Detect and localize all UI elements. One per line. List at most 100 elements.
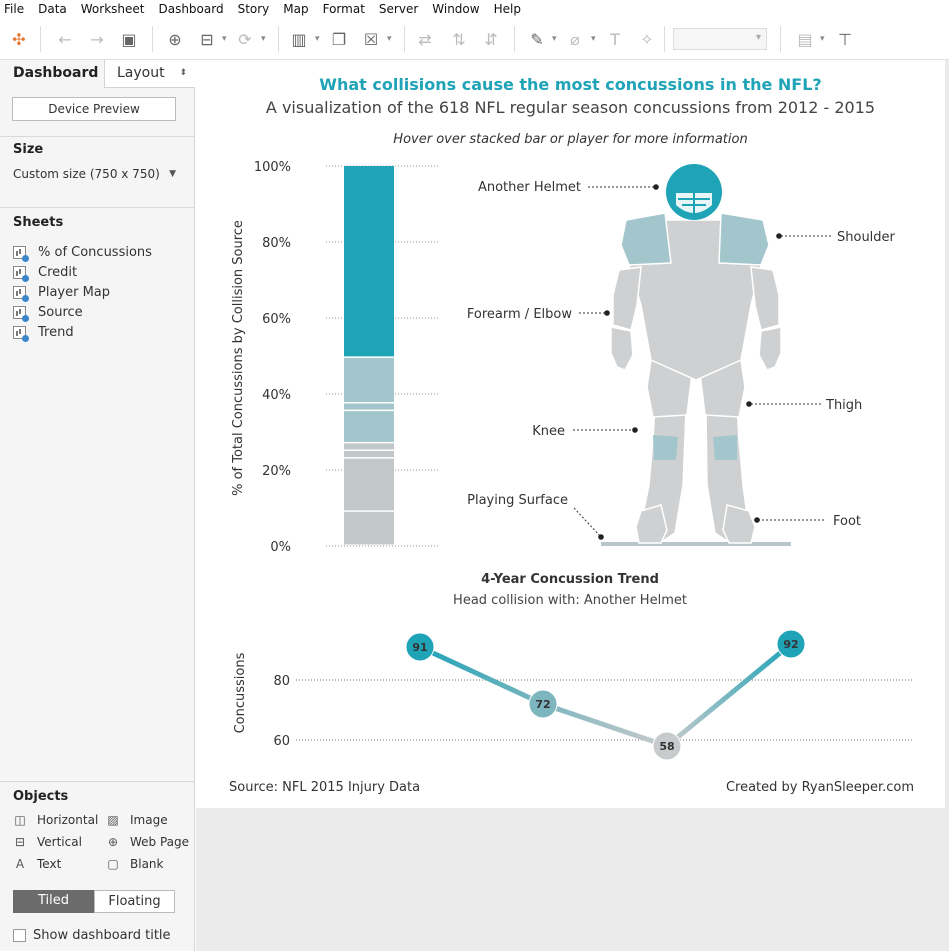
highlight-icon[interactable]: ✎ <box>526 28 548 50</box>
floating-toggle[interactable]: Floating <box>94 890 175 913</box>
sheet-item[interactable]: Credit <box>13 262 77 282</box>
object-vertical[interactable]: ⊟ Vertical <box>13 835 82 849</box>
stacked-bar-chart[interactable]: 0% 20% 40% 60% 80% 100% % of Total Concussion… <box>196 148 456 558</box>
group-icon[interactable]: ⌀ <box>564 28 586 50</box>
object-image[interactable]: ▨ Image <box>106 813 167 827</box>
device-preview-button[interactable]: Device Preview <box>12 97 176 121</box>
save-icon[interactable]: ▣ <box>118 28 140 50</box>
duplicate-icon[interactable]: ❐ <box>328 28 350 50</box>
bar-segment[interactable] <box>344 166 394 357</box>
tableau-logo-icon[interactable]: ✣ <box>8 28 30 50</box>
menu-help[interactable]: Help <box>494 2 521 16</box>
menu-format[interactable]: Format <box>323 2 365 16</box>
chevron-down-icon[interactable]: ▾ <box>591 34 596 44</box>
sheet-item[interactable]: Trend <box>13 322 74 342</box>
sort-descending-icon[interactable]: ⇵ <box>480 28 502 50</box>
sheet-item[interactable]: Player Map <box>13 282 110 302</box>
object-label: Text <box>37 857 62 871</box>
label-forearm-elbow[interactable]: Forearm / Elbow <box>467 307 572 322</box>
menu-data[interactable]: Data <box>38 2 67 16</box>
player-hand-right[interactable] <box>758 326 782 371</box>
pin-icon[interactable]: ✧ <box>636 28 658 50</box>
menu-worksheet[interactable]: Worksheet <box>81 2 145 16</box>
trend-line-segment <box>665 642 793 748</box>
refresh-icon[interactable]: ⟳ <box>234 28 256 50</box>
dashboard: What collisions cause the most concussio… <box>196 60 945 808</box>
player-shoulder-right[interactable] <box>718 212 770 266</box>
player-hand-left[interactable] <box>610 326 634 371</box>
fit-select[interactable] <box>673 28 767 50</box>
tab-layout[interactable]: Layout ⬍ <box>104 60 195 88</box>
show-title-checkbox[interactable]: Show dashboard title <box>13 928 171 943</box>
toolbar-separator <box>278 26 279 52</box>
label-knee[interactable]: Knee <box>532 424 565 439</box>
blank-icon: ▢ <box>107 857 119 871</box>
chevron-down-icon[interactable]: ▾ <box>261 34 266 44</box>
object-blank[interactable]: ▢ Blank <box>106 857 163 871</box>
labels-icon[interactable]: T <box>604 28 626 50</box>
object-text[interactable]: A Text <box>13 857 61 871</box>
chevron-down-icon[interactable]: ▾ <box>315 34 320 44</box>
tab-dashboard[interactable]: Dashboard <box>0 60 104 88</box>
worksheet-icon <box>13 245 29 262</box>
player-knee-left[interactable] <box>653 435 678 460</box>
sheet-item[interactable]: % of Concussions <box>13 242 152 262</box>
player-foot-right[interactable] <box>722 504 756 544</box>
bar-segment[interactable] <box>344 451 394 458</box>
object-horizontal[interactable]: ◫ Horizontal <box>13 813 98 827</box>
sort-ascending-icon[interactable]: ⇅ <box>448 28 470 50</box>
bar-segment[interactable] <box>344 511 394 545</box>
player-foot-left[interactable] <box>635 504 668 544</box>
bar-segment[interactable] <box>344 458 394 511</box>
bar-segment[interactable] <box>344 403 394 410</box>
new-worksheet-icon[interactable]: ▥ <box>288 28 310 50</box>
bar-segment[interactable] <box>344 411 394 442</box>
player-forearm-left[interactable] <box>612 266 642 331</box>
presentation-icon[interactable]: ⊤ <box>834 28 856 50</box>
menu-bar: File Data Worksheet Dashboard Story Map … <box>0 0 949 18</box>
tiled-toggle[interactable]: Tiled <box>13 890 94 913</box>
trend-line-chart[interactable]: 4-Year Concussion Trend Head collision w… <box>196 565 945 775</box>
sheet-label: % of Concussions <box>38 244 152 260</box>
chevron-down-icon[interactable]: ▾ <box>820 34 825 44</box>
side-tabs: Dashboard Layout ⬍ <box>0 60 195 88</box>
chevron-down-icon[interactable]: ▾ <box>552 34 557 44</box>
player-map[interactable]: Another Helmet Shoulder Forearm / Elbow … <box>461 155 941 565</box>
chevron-down-icon[interactable]: ▾ <box>387 34 392 44</box>
show-me-icon[interactable]: ▤ <box>794 28 816 50</box>
bar-segment[interactable] <box>344 357 394 402</box>
redo-icon[interactable]: → <box>86 28 108 50</box>
player-shoulder-left[interactable] <box>620 212 672 266</box>
swap-icon[interactable]: ⇄ <box>414 28 436 50</box>
player-knee-right[interactable] <box>713 435 737 460</box>
size-dropdown[interactable]: Custom size (750 x 750) ▼ <box>13 164 179 184</box>
datasource-icon[interactable]: ⊟ <box>196 28 218 50</box>
playing-surface[interactable] <box>601 542 791 546</box>
sheet-label: Trend <box>38 324 74 340</box>
menu-window[interactable]: Window <box>432 2 479 16</box>
menu-map[interactable]: Map <box>283 2 308 16</box>
clear-sheet-icon[interactable]: ☒ <box>360 28 382 50</box>
label-playing-surface[interactable]: Playing Surface <box>467 493 568 508</box>
menu-story[interactable]: Story <box>238 2 270 16</box>
object-web-page[interactable]: ⊕ Web Page <box>106 835 189 849</box>
undo-icon[interactable]: ← <box>54 28 76 50</box>
credit-note[interactable]: Created by RyanSleeper.com <box>726 780 914 795</box>
chevron-down-icon: ▼ <box>169 169 176 179</box>
object-label: Web Page <box>130 835 190 849</box>
menu-dashboard[interactable]: Dashboard <box>158 2 223 16</box>
player-forearm-right[interactable] <box>750 266 780 331</box>
new-datasource-icon[interactable]: ⊕ <box>164 28 186 50</box>
checkbox-box[interactable] <box>13 929 26 942</box>
trend-title: 4-Year Concussion Trend <box>481 572 659 587</box>
label-foot[interactable]: Foot <box>833 514 861 529</box>
bar-segment[interactable] <box>344 443 394 450</box>
sheet-item[interactable]: Source <box>13 302 83 322</box>
menu-server[interactable]: Server <box>379 2 418 16</box>
label-shoulder[interactable]: Shoulder <box>837 230 896 245</box>
label-another-helmet[interactable]: Another Helmet <box>478 180 581 195</box>
menu-file[interactable]: File <box>4 2 24 16</box>
toolbar-separator <box>404 26 405 52</box>
label-thigh[interactable]: Thigh <box>825 398 862 413</box>
chevron-down-icon[interactable]: ▾ <box>222 34 227 44</box>
